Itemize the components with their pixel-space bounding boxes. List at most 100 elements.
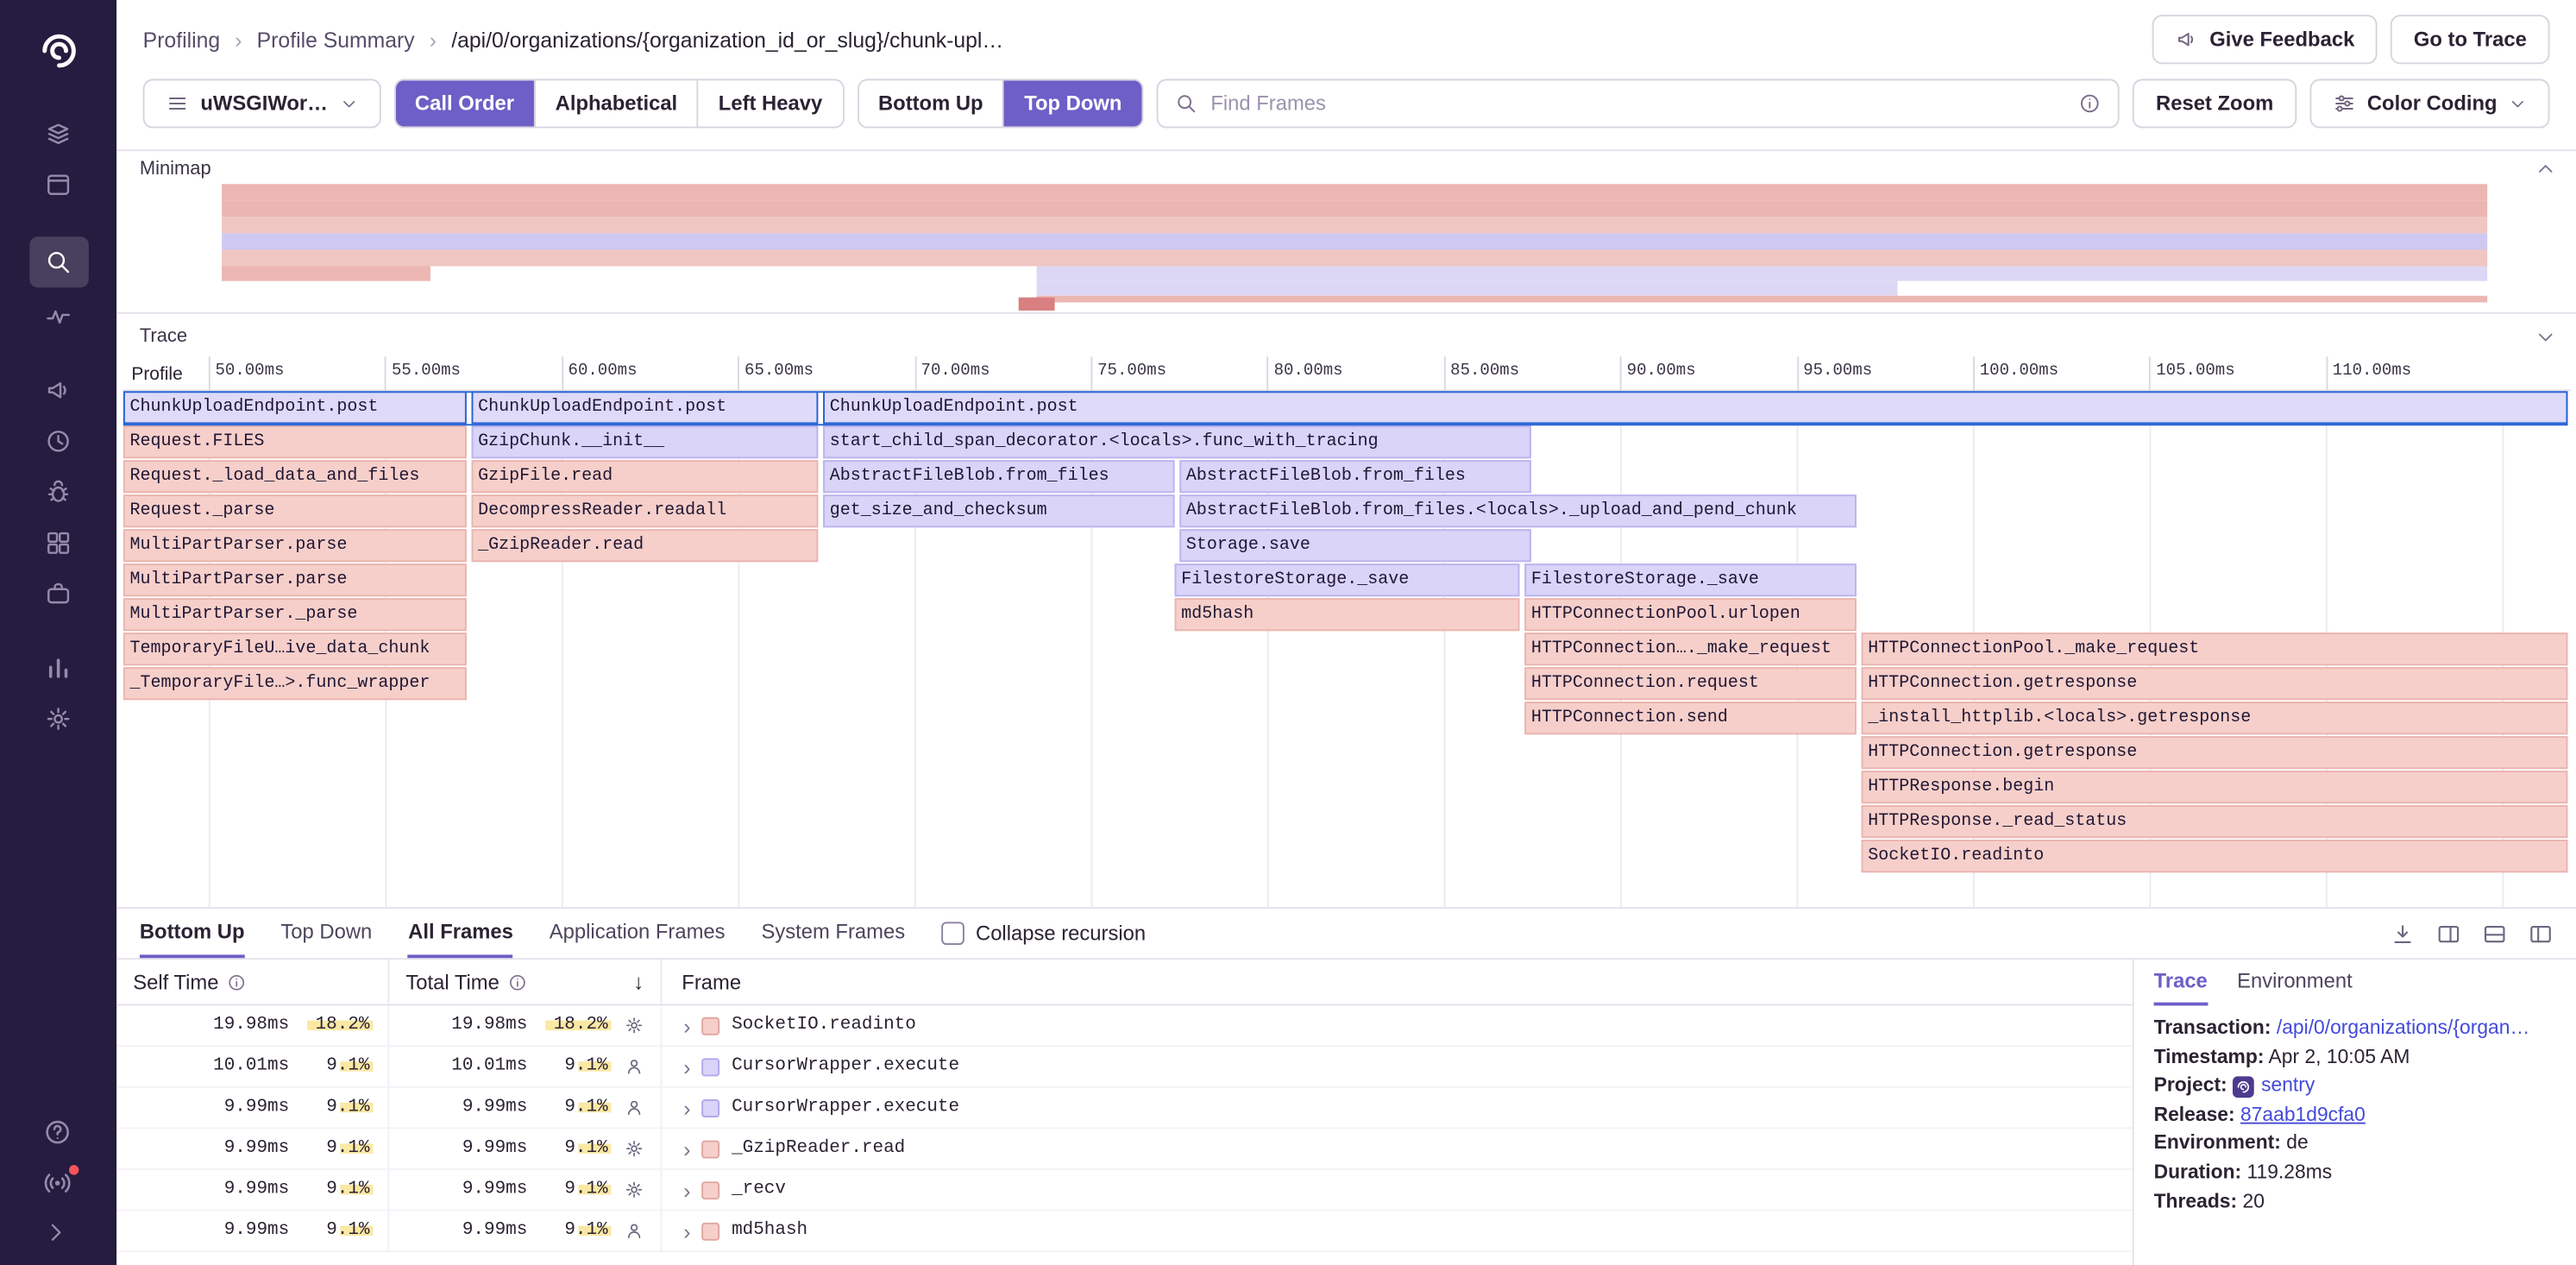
flame-frame[interactable]: Request._load_data_and_files bbox=[123, 460, 467, 493]
flame-frame[interactable]: AbstractFileBlob.from_files.<locals>._up… bbox=[1179, 494, 1857, 527]
sidebar-item-dashboards[interactable] bbox=[28, 521, 88, 565]
sidebar-item-issues[interactable] bbox=[28, 111, 88, 155]
flame-frame[interactable]: HTTPConnection…._make_request bbox=[1524, 632, 1857, 665]
sidebar-expand-chevron-icon[interactable] bbox=[43, 1219, 69, 1245]
chevron-up-icon[interactable] bbox=[2535, 158, 2556, 179]
broadcast-icon[interactable] bbox=[43, 1168, 72, 1198]
tab-bottom-up[interactable]: Bottom Up bbox=[140, 909, 245, 958]
expand-chevron-icon[interactable]: › bbox=[683, 1095, 690, 1120]
flame-frame[interactable]: MultiPartParser.parse bbox=[123, 563, 467, 596]
expand-chevron-icon[interactable]: › bbox=[683, 1218, 690, 1243]
table-row[interactable]: 10.01ms9.1%10.01ms9.1%›CursorWrapper.exe… bbox=[116, 1047, 2133, 1088]
sort-descending-icon[interactable]: ↓ bbox=[633, 970, 644, 995]
flame-frame[interactable]: GzipFile.read bbox=[472, 460, 819, 493]
flame-frame[interactable]: TemporaryFileU…ive_data_chunk bbox=[123, 632, 467, 665]
chevron-down-icon[interactable] bbox=[2535, 326, 2556, 348]
tab-trace[interactable]: Trace bbox=[2154, 960, 2208, 1005]
tab-system-frames[interactable]: System Frames bbox=[761, 909, 905, 958]
call-order-button[interactable]: Call Order bbox=[395, 80, 536, 126]
left-heavy-button[interactable]: Left Heavy bbox=[699, 80, 842, 126]
minimap-canvas[interactable] bbox=[222, 184, 2487, 309]
flame-frame[interactable]: FilestoreStorage._save bbox=[1524, 563, 1857, 596]
sidebar-item-settings[interactable] bbox=[28, 696, 88, 740]
flame-frame[interactable]: HTTPResponse._read_status bbox=[1862, 805, 2568, 838]
flame-frame[interactable]: HTTPConnection.getresponse bbox=[1862, 667, 2568, 700]
sidebar-item-performance[interactable] bbox=[28, 294, 88, 338]
flame-frame[interactable]: AbstractFileBlob.from_files bbox=[823, 460, 1175, 493]
go-to-trace-button[interactable]: Go to Trace bbox=[2391, 15, 2549, 64]
flame-frame[interactable]: Request._parse bbox=[123, 494, 467, 527]
breadcrumb-profile-summary[interactable]: Profile Summary bbox=[257, 27, 415, 52]
flame-frame[interactable]: ChunkUploadEndpoint.post bbox=[823, 391, 2567, 424]
download-icon[interactable] bbox=[2391, 921, 2416, 946]
alphabetical-button[interactable]: Alphabetical bbox=[536, 80, 699, 126]
breadcrumb-profiling[interactable]: Profiling bbox=[143, 27, 220, 52]
table-row[interactable]: 9.99ms9.1%9.99ms9.1%›md5hash bbox=[116, 1211, 2133, 1252]
table-row[interactable]: 19.98ms18.2%19.98ms18.2%›SocketIO.readin… bbox=[116, 1005, 2133, 1047]
give-feedback-button[interactable]: Give Feedback bbox=[2152, 15, 2378, 64]
flame-frame[interactable]: SocketIO.readinto bbox=[1862, 840, 2568, 872]
info-icon[interactable] bbox=[2079, 92, 2102, 116]
self-time-header[interactable]: Self Time bbox=[116, 960, 389, 1004]
color-coding-button[interactable]: Color Coding bbox=[2309, 79, 2549, 128]
detail-value[interactable]: /api/0/organizations/{organ… bbox=[2277, 1016, 2529, 1039]
flamegraph-canvas[interactable]: ChunkUploadEndpoint.postChunkUploadEndpo… bbox=[123, 391, 2571, 907]
thread-selector-button[interactable]: uWSGIWor… bbox=[143, 79, 380, 128]
flame-frame[interactable]: HTTPConnection.send bbox=[1524, 702, 1857, 734]
minimap-segment bbox=[1037, 267, 2487, 281]
layout-split-vertical-icon[interactable] bbox=[2436, 921, 2461, 946]
expand-chevron-icon[interactable]: › bbox=[683, 1136, 690, 1161]
collapse-recursion-checkbox[interactable] bbox=[941, 922, 964, 945]
tab-environment[interactable]: Environment bbox=[2237, 960, 2353, 1005]
flame-frame[interactable]: MultiPartParser.parse bbox=[123, 529, 467, 562]
flame-frame[interactable]: _install_httplib.<locals>.getresponse bbox=[1862, 702, 2568, 734]
table-row[interactable]: 9.99ms9.1%9.99ms9.1%›_GzipReader.read bbox=[116, 1129, 2133, 1170]
table-row[interactable]: 9.99ms9.1%9.99ms9.1%›_recv bbox=[116, 1170, 2133, 1212]
sidebar-item-explore[interactable] bbox=[28, 236, 88, 287]
expand-chevron-icon[interactable]: › bbox=[683, 1013, 690, 1038]
expand-chevron-icon[interactable]: › bbox=[683, 1177, 690, 1202]
expand-chevron-icon[interactable]: › bbox=[683, 1054, 690, 1079]
bottom-up-button[interactable]: Bottom Up bbox=[858, 80, 1004, 126]
flame-frame[interactable]: ChunkUploadEndpoint.post bbox=[123, 391, 467, 424]
sidebar-item-discover[interactable] bbox=[28, 572, 88, 616]
flame-frame[interactable]: start_child_span_decorator.<locals>.func… bbox=[823, 425, 1531, 458]
sidebar-item-feedback[interactable] bbox=[28, 470, 88, 514]
flame-frame[interactable]: HTTPConnectionPool._make_request bbox=[1862, 632, 2568, 665]
flame-frame[interactable]: md5hash bbox=[1175, 598, 1520, 631]
flame-frame[interactable]: AbstractFileBlob.from_files bbox=[1179, 460, 1531, 493]
flame-frame[interactable]: HTTPConnection.request bbox=[1524, 667, 1857, 700]
tab-top-down[interactable]: Top Down bbox=[280, 909, 372, 958]
reset-zoom-button[interactable]: Reset Zoom bbox=[2133, 79, 2296, 128]
detail-value[interactable]: 87aab1d9cfa0 bbox=[2240, 1102, 2366, 1125]
layout-split-horizontal-icon[interactable] bbox=[2482, 921, 2507, 946]
sidebar-item-crons[interactable] bbox=[28, 419, 88, 463]
collapse-recursion-toggle[interactable]: Collapse recursion bbox=[941, 922, 1146, 945]
tab-application-frames[interactable]: Application Frames bbox=[550, 909, 726, 958]
flame-frame[interactable]: DecompressReader.readall bbox=[472, 494, 819, 527]
sidebar-item-alerts[interactable] bbox=[28, 368, 88, 412]
flame-frame[interactable]: HTTPConnection.getresponse bbox=[1862, 736, 2568, 769]
flame-frame[interactable]: HTTPConnectionPool.urlopen bbox=[1524, 598, 1857, 631]
flame-frame[interactable]: Storage.save bbox=[1179, 529, 1531, 562]
flame-frame[interactable]: _GzipReader.read bbox=[472, 529, 819, 562]
flame-frame[interactable]: HTTPResponse.begin bbox=[1862, 771, 2568, 803]
flame-frame[interactable]: MultiPartParser._parse bbox=[123, 598, 467, 631]
find-frames-input[interactable] bbox=[1210, 92, 2065, 116]
layout-sidebar-icon[interactable] bbox=[2529, 921, 2554, 946]
sidebar-item-projects[interactable] bbox=[28, 163, 88, 207]
flame-frame[interactable]: GzipChunk.__init__ bbox=[472, 425, 819, 458]
flame-frame[interactable]: Request.FILES bbox=[123, 425, 467, 458]
top-down-button[interactable]: Top Down bbox=[1004, 80, 1141, 126]
table-row[interactable]: 9.99ms9.1%9.99ms9.1%›CursorWrapper.execu… bbox=[116, 1088, 2133, 1130]
total-time-header[interactable]: Total Time ↓ bbox=[389, 960, 662, 1004]
flame-frame[interactable]: get_size_and_checksum bbox=[823, 494, 1175, 527]
help-icon[interactable] bbox=[43, 1117, 72, 1147]
flame-frame[interactable]: ChunkUploadEndpoint.post bbox=[472, 391, 819, 424]
detail-value[interactable]: sentry bbox=[2261, 1073, 2315, 1097]
flame-frame[interactable]: FilestoreStorage._save bbox=[1175, 563, 1520, 596]
tab-all-frames[interactable]: All Frames bbox=[408, 909, 513, 958]
sentry-logo-icon[interactable] bbox=[30, 23, 86, 79]
sidebar-item-stats[interactable] bbox=[28, 645, 88, 689]
flame-frame[interactable]: _TemporaryFile…>.func_wrapper bbox=[123, 667, 467, 700]
